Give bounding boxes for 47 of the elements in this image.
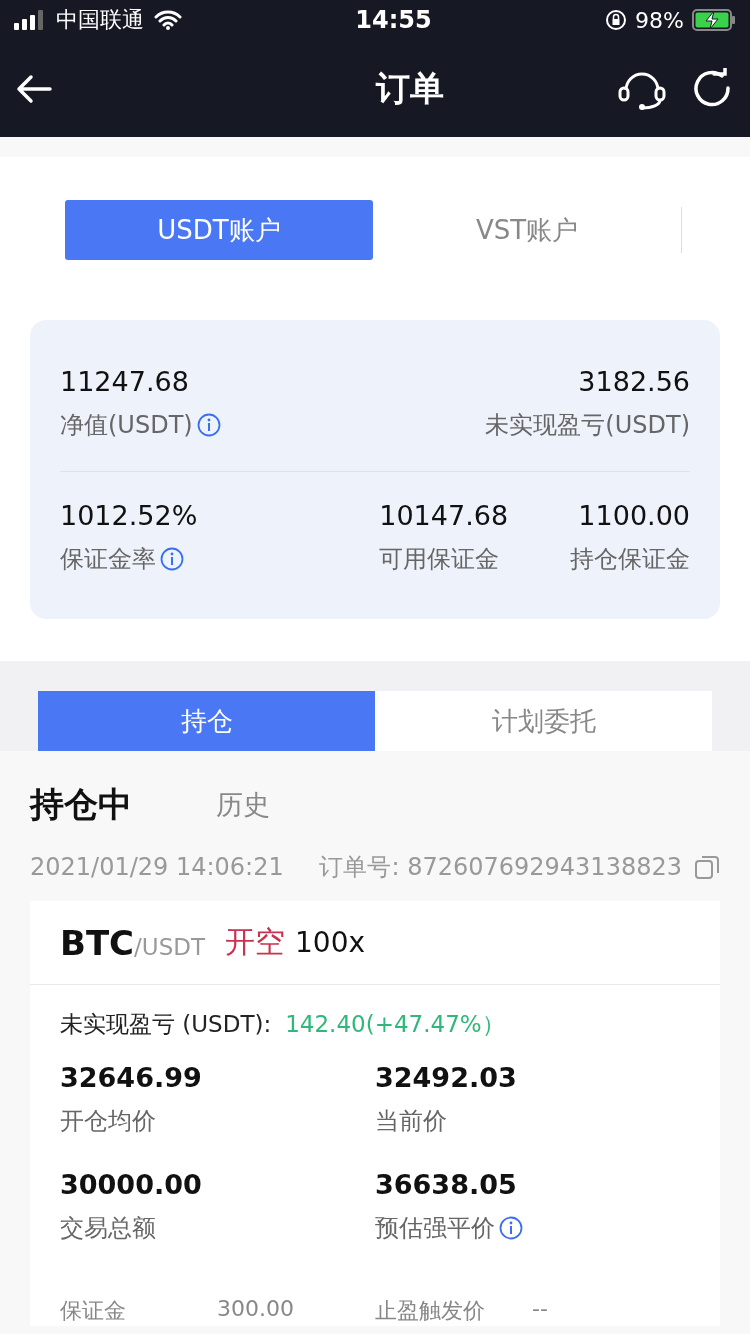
stat-label: 开仓均价 (60, 1106, 156, 1137)
stat-label: 持仓保证金 (570, 544, 690, 575)
detail-label: 止盈触发价 (375, 1297, 486, 1325)
position-tab[interactable]: 计划委托 (375, 691, 712, 751)
stat-value: 1012.52% (60, 500, 198, 531)
stat-label: 净值(USDT) (60, 410, 193, 441)
rotation-lock-icon (605, 9, 628, 31)
pnl-label: 未实现盈亏 (USDT): (60, 1010, 272, 1039)
pair-name: BTC/USDT (60, 922, 205, 963)
stat-label: 预估强平价 (375, 1213, 495, 1244)
battery-charging-icon (692, 9, 736, 31)
account-tab[interactable]: USDT账户 (65, 200, 373, 260)
copy-icon[interactable] (694, 854, 720, 880)
stat-value: 10147.68 (379, 500, 509, 531)
back-arrow-icon[interactable] (16, 73, 52, 104)
detail-value: -- (532, 1296, 549, 1323)
info-icon[interactable] (196, 413, 221, 437)
filter-tab[interactable]: 持仓中 (30, 782, 132, 828)
stat-label: 未实现盈亏(USDT) (485, 410, 690, 441)
detail-label: 保证金 (60, 1297, 127, 1325)
stat-value: 30000.00 (60, 1169, 202, 1200)
filter-tab[interactable]: 历史 (216, 787, 270, 823)
stat-value: 3182.56 (578, 366, 690, 397)
stat-label: 交易总额 (60, 1213, 156, 1244)
stat-value: 32646.99 (60, 1062, 202, 1093)
stat-label: 当前价 (375, 1106, 447, 1137)
stat-value: 36638.05 (375, 1169, 517, 1200)
carrier-name: 中国联通 (56, 6, 144, 34)
wifi-icon (154, 10, 182, 30)
info-icon[interactable] (499, 1216, 523, 1240)
position-tab[interactable]: 持仓 (38, 691, 375, 751)
stat-label: 可用保证金 (379, 544, 500, 575)
page-title: 订单 (376, 66, 444, 110)
stat-value: 11247.68 (60, 366, 189, 397)
order-time: 2021/01/29 14:06:21 (30, 853, 284, 881)
stat-label: 保证金率 (60, 544, 156, 575)
stat-value: 1100.00 (578, 500, 690, 531)
order-number: 订单号: 872607692943138823 (319, 852, 682, 883)
stat-value: 32492.03 (375, 1062, 517, 1093)
side-label: 开空 (225, 923, 285, 961)
leverage: 100x (295, 926, 366, 959)
status-time: 14:55 (355, 6, 432, 34)
pnl-value: 142.40(+47.47%） (285, 1010, 505, 1039)
battery-percent: 98% (635, 7, 684, 33)
detail-value: 300.00 (217, 1296, 295, 1323)
signal-icon (14, 10, 46, 30)
info-icon[interactable] (160, 547, 184, 571)
